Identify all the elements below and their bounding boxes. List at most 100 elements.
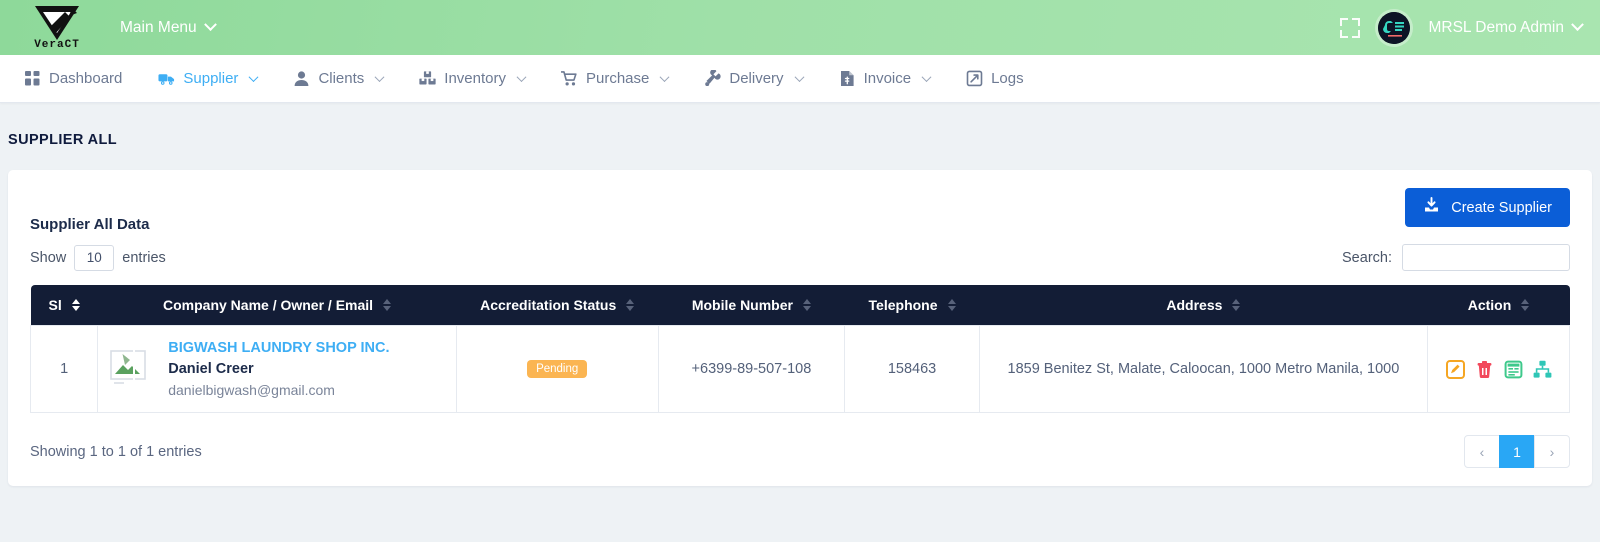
delivery-icon: [704, 70, 721, 87]
column-header-label: Telephone: [869, 297, 938, 313]
veract-logo-icon: [31, 4, 83, 42]
nav-item-delivery[interactable]: Delivery: [686, 70, 820, 87]
nav-item-clients[interactable]: Clients: [275, 70, 401, 87]
chevron-down-icon: [204, 18, 217, 31]
table-body: 1 BIGWASH LAUNDRY SHOP INC. Daniel Creer da…: [31, 326, 1570, 413]
nav-item-label: Logs: [991, 70, 1024, 87]
column-header-accreditation-status[interactable]: Accreditation Status: [456, 285, 658, 326]
column-header-action[interactable]: Action: [1428, 285, 1570, 326]
column-header-address[interactable]: Address: [979, 285, 1427, 326]
cell-company: BIGWASH LAUNDRY SHOP INC. Daniel Creer dan…: [98, 326, 457, 413]
cart-icon: [561, 70, 578, 87]
cell-address: 1859 Benitez St, Malate, Caloocan, 1000 …: [979, 326, 1427, 413]
cell-sl: 1: [31, 326, 98, 413]
pagination: ‹ 1 ›: [1465, 435, 1570, 468]
supplier-table-card: Create Supplier Supplier All Data Show e…: [8, 170, 1592, 486]
nav-item-label: Dashboard: [49, 70, 122, 87]
boxes-icon: [419, 70, 436, 87]
edit-icon[interactable]: [1446, 360, 1465, 379]
nav-item-inventory[interactable]: Inventory: [401, 70, 543, 87]
entries-per-page-select[interactable]: [74, 245, 114, 271]
table-controls: Show entries Search:: [30, 244, 1570, 271]
search-label: Search:: [1342, 250, 1392, 266]
pagination-next[interactable]: ›: [1534, 435, 1570, 468]
column-header-label: Accreditation Status: [480, 297, 616, 313]
sort-icon[interactable]: [1232, 299, 1240, 311]
column-header-telephone[interactable]: Telephone: [845, 285, 979, 326]
nav-item-label: Purchase: [586, 70, 649, 87]
nav-item-logs[interactable]: Logs: [948, 70, 1042, 87]
broken-image-icon: [108, 347, 152, 391]
sitemap-icon[interactable]: [1533, 360, 1552, 379]
column-header-label: Action: [1468, 297, 1512, 313]
chevron-down-icon: [922, 72, 932, 82]
pagination-previous[interactable]: ‹: [1464, 435, 1500, 468]
show-entries-control: Show entries: [30, 245, 166, 271]
truck-icon: [158, 70, 175, 87]
column-header-company-name-owner-email[interactable]: Company Name / Owner / Email: [98, 285, 457, 326]
create-supplier-label: Create Supplier: [1451, 200, 1552, 216]
chevron-down-icon: [375, 72, 385, 82]
cell-mobile-number: +6399-89-507-108: [658, 326, 845, 413]
logs-icon: [966, 70, 983, 87]
main-menu-button[interactable]: Main Menu: [120, 19, 215, 37]
sort-icon[interactable]: [948, 299, 956, 311]
nav-item-label: Invoice: [864, 70, 912, 87]
chevron-down-icon: [517, 72, 527, 82]
status-badge: Pending: [527, 360, 587, 378]
nav-item-label: Supplier: [183, 70, 238, 87]
cell-telephone: 158463: [845, 326, 979, 413]
cell-action: [1428, 326, 1570, 413]
user-icon: [293, 70, 310, 87]
user-name-label: MRSL Demo Admin: [1428, 19, 1564, 37]
column-header-mobile-number[interactable]: Mobile Number: [658, 285, 845, 326]
nav-item-purchase[interactable]: Purchase: [543, 70, 686, 87]
column-header-label: Company Name / Owner / Email: [163, 297, 373, 313]
table-header-row: Sl Company Name / Owner / Email Accreditat…: [31, 285, 1570, 326]
sort-icon[interactable]: [803, 299, 811, 311]
nav-item-supplier[interactable]: Supplier: [140, 70, 275, 87]
main-navigation: Dashboard Supplier Clients Inventory Purchas…: [0, 55, 1600, 103]
chevron-down-icon: [249, 72, 259, 82]
nav-item-dashboard[interactable]: Dashboard: [6, 70, 140, 87]
avatar[interactable]: [1378, 12, 1410, 44]
cell-accreditation-status: Pending: [456, 326, 658, 413]
sort-icon[interactable]: [626, 299, 634, 311]
invoice-icon: [839, 70, 856, 87]
company-name-link[interactable]: BIGWASH LAUNDRY SHOP INC.: [168, 340, 389, 356]
search-control: Search:: [1342, 244, 1570, 271]
table-row: 1 BIGWASH LAUNDRY SHOP INC. Daniel Creer da…: [31, 326, 1570, 413]
user-menu-button[interactable]: MRSL Demo Admin: [1428, 19, 1582, 37]
pagination-page-1[interactable]: 1: [1499, 435, 1535, 468]
chevron-down-icon: [660, 72, 670, 82]
chevron-down-icon: [794, 72, 804, 82]
create-supplier-button[interactable]: Create Supplier: [1405, 188, 1570, 227]
show-label: Show: [30, 250, 66, 266]
nav-item-invoice[interactable]: Invoice: [821, 70, 949, 87]
document-icon[interactable]: [1504, 360, 1523, 379]
delete-icon[interactable]: [1475, 360, 1494, 379]
nav-item-label: Delivery: [729, 70, 783, 87]
owner-email: danielbigwash@gmail.com: [168, 382, 389, 398]
table-header: Sl Company Name / Owner / Email Accreditat…: [31, 285, 1570, 326]
page-title: SUPPLIER ALL: [0, 103, 1600, 148]
main-menu-label: Main Menu: [120, 19, 197, 37]
column-header-label: Address: [1166, 297, 1222, 313]
sort-icon[interactable]: [1521, 299, 1529, 311]
header-right-group: MRSL Demo Admin: [1340, 12, 1600, 44]
column-header-label: Mobile Number: [692, 297, 793, 313]
sort-icon[interactable]: [383, 299, 391, 311]
entries-label: entries: [122, 250, 166, 266]
nav-item-label: Clients: [318, 70, 364, 87]
brand-logo[interactable]: VeraCT: [0, 4, 110, 51]
owner-name: Daniel Creer: [168, 361, 389, 377]
column-header-label: Sl: [49, 297, 62, 313]
showing-entries-info: Showing 1 to 1 of 1 entries: [30, 444, 202, 460]
top-header-bar: VeraCT Main Menu MRSL Demo Admin: [0, 0, 1600, 55]
download-icon: [1423, 197, 1440, 218]
column-header-sl[interactable]: Sl: [31, 285, 98, 326]
fullscreen-icon[interactable]: [1340, 18, 1360, 38]
search-input[interactable]: [1402, 244, 1570, 271]
card-subtitle: Supplier All Data: [30, 216, 1570, 233]
sort-icon[interactable]: [72, 299, 80, 311]
